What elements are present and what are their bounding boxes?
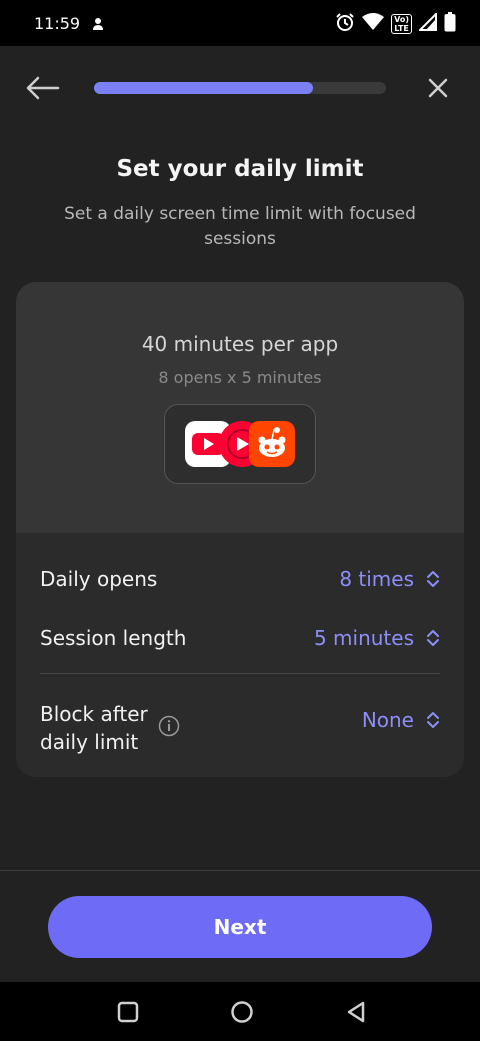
square-icon (117, 1001, 139, 1023)
status-time: 11:59 (34, 14, 81, 33)
next-button[interactable]: Next (48, 896, 432, 958)
block-after-value: None (361, 708, 414, 732)
chevron-up-down-icon (427, 630, 439, 646)
info-icon[interactable] (158, 715, 180, 741)
daily-opens-row: Daily opens 8 times (40, 559, 440, 599)
alarm-icon (335, 12, 355, 36)
session-length-selector[interactable]: 5 minutes (314, 626, 440, 650)
circle-icon (231, 1001, 253, 1023)
back-nav-button[interactable] (344, 1000, 368, 1024)
footer-divider (0, 870, 480, 871)
system-nav-bar (0, 982, 480, 1041)
limit-summary-detail: 8 opens x 5 minutes (158, 368, 322, 387)
chevron-up-down-icon (427, 571, 439, 587)
arrow-left-icon (26, 76, 60, 100)
home-button[interactable] (230, 1000, 254, 1024)
status-icons: Vo) LTE (335, 11, 456, 36)
selected-apps[interactable] (164, 404, 316, 484)
block-after-selector[interactable]: None (362, 708, 440, 732)
daily-opens-label: Daily opens (40, 567, 158, 591)
person-icon (92, 16, 104, 35)
triangle-back-icon (347, 1001, 365, 1023)
session-length-label: Session length (40, 626, 187, 650)
daily-opens-selector[interactable]: 8 times (339, 567, 440, 591)
limit-card: 40 minutes per app 8 opens x 5 minutes D… (16, 282, 464, 777)
back-button[interactable] (22, 72, 62, 104)
daily-opens-value: 8 times (339, 567, 414, 591)
chevron-up-down-icon (427, 712, 439, 728)
close-button[interactable] (424, 74, 452, 102)
limit-summary-main: 40 minutes per app (141, 332, 339, 356)
block-after-label: Block after daily limit (40, 702, 148, 754)
page-title: Set your daily limit (116, 156, 364, 182)
settings-divider (40, 673, 440, 674)
close-icon (428, 78, 448, 98)
volte-badge: Vo) LTE (391, 14, 412, 34)
limit-summary: 40 minutes per app 8 opens x 5 minutes (16, 282, 464, 533)
page-subtitle: Set a daily screen time limit with focus… (64, 204, 416, 249)
session-length-value: 5 minutes (313, 626, 414, 650)
wifi-icon (362, 13, 385, 35)
progress-fill (94, 82, 313, 94)
battery-icon (444, 12, 456, 36)
status-bar: 11:59 Vo) LTE (0, 0, 480, 46)
reddit-icon (249, 421, 295, 467)
signal-icon (417, 11, 437, 35)
session-length-row: Session length 5 minutes (40, 618, 440, 658)
progress-bar (94, 82, 386, 94)
top-bar (0, 60, 480, 116)
recents-button[interactable] (116, 1000, 140, 1024)
